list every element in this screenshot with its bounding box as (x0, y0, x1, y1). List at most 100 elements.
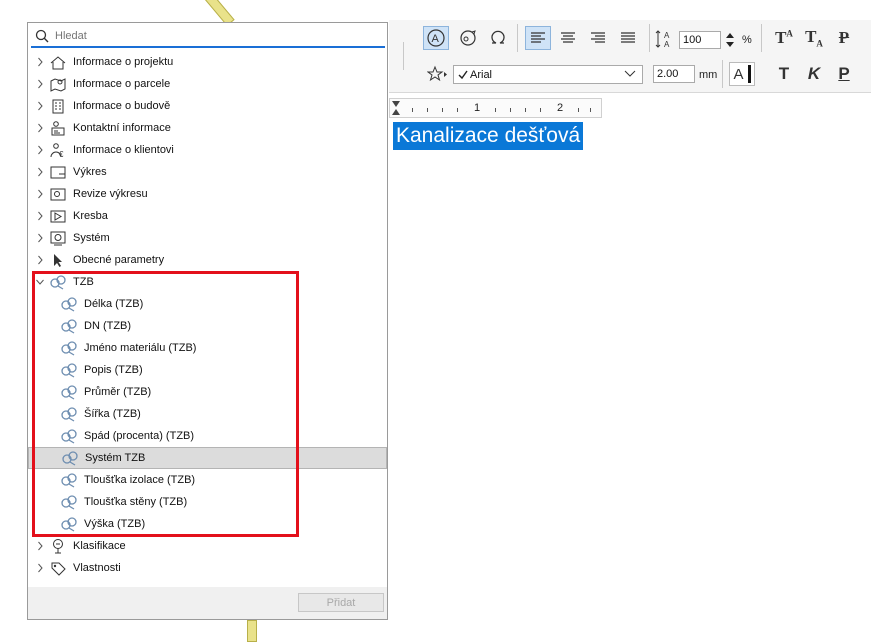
align-left-icon (531, 32, 545, 43)
chevron-right-icon[interactable] (36, 255, 44, 265)
tree-item-informace-o-parcele[interactable]: Informace o parcele (28, 73, 387, 95)
svg-text:€: € (59, 150, 64, 158)
tree-item-tzb[interactable]: TZB (28, 271, 387, 293)
tree-child-tloustka-izolace-tzb[interactable]: Tloušťka izolace (TZB) (28, 469, 387, 491)
text-arc-button[interactable] (485, 26, 511, 50)
building-icon (52, 99, 64, 114)
svg-text:A: A (664, 31, 670, 40)
tree-item-label: Šířka (TZB) (84, 408, 141, 420)
ruler-tick (412, 108, 413, 112)
favorite-star-icon[interactable] (427, 65, 449, 83)
chevron-right-icon[interactable] (36, 211, 44, 221)
chevron-right-icon[interactable] (36, 123, 44, 133)
tree-item-informace-o-klientovi[interactable]: € Informace o klientovi (28, 139, 387, 161)
text-ruler[interactable]: 1 2 (389, 98, 602, 118)
superscript-button[interactable]: TA (771, 26, 797, 50)
chevron-right-icon[interactable] (36, 189, 44, 199)
mep-icon (61, 517, 77, 532)
subscript-button[interactable]: TA (801, 26, 827, 50)
chevron-right-icon[interactable] (36, 79, 44, 89)
toolbar-divider (517, 24, 518, 52)
tree-item-label: Délka (TZB) (84, 298, 144, 310)
search-bar (31, 26, 385, 48)
chevron-right-icon[interactable] (36, 101, 44, 111)
tree-child-sirka-tzb[interactable]: Šířka (TZB) (28, 403, 387, 425)
chevron-right-icon[interactable] (36, 541, 44, 551)
tree-item-label: Tloušťka stěny (TZB) (84, 496, 188, 508)
tree-child-vyska-tzb[interactable]: Výška (TZB) (28, 513, 387, 535)
tree-child-popis-tzb[interactable]: Popis (TZB) (28, 359, 387, 381)
italic-icon: K (807, 64, 821, 83)
tree-child-system-tzb[interactable]: Systém TZB (28, 447, 387, 469)
line-spacing-input[interactable]: 100 (679, 31, 721, 49)
bold-button[interactable]: T (771, 62, 797, 86)
tree-item-informace-o-budove[interactable]: Informace o budově (28, 95, 387, 117)
stepper-arrows-icon[interactable] (724, 30, 736, 50)
tree-child-spad-procenta-tzb[interactable]: Spád (procenta) (TZB) (28, 425, 387, 447)
line-spacing-unit: % (742, 34, 752, 46)
line-spacing-icon: A A (655, 30, 670, 49)
font-size-input[interactable]: 2.00 (653, 65, 695, 83)
chevron-right-icon[interactable] (36, 563, 44, 573)
add-button[interactable]: Přidat (298, 593, 384, 612)
tree-item-label: Vlastnosti (73, 562, 121, 574)
text-rotate-button[interactable] (455, 26, 481, 50)
text-rotate-icon (460, 30, 476, 46)
align-left-button[interactable] (525, 26, 551, 50)
strikethrough-button[interactable]: P (831, 26, 857, 50)
text-anchor-button[interactable]: A (423, 26, 449, 50)
tree-item-label: Obecné parametry (73, 254, 165, 266)
ruler-tick (578, 108, 579, 112)
chevron-right-icon[interactable] (36, 233, 44, 243)
tree-item-system[interactable]: Systém (28, 227, 387, 249)
indent-marker-icon[interactable] (391, 100, 401, 116)
selected-canvas-text[interactable]: Kanalizace dešťová (393, 122, 584, 150)
tree-item-obecne-parametry[interactable]: Obecné parametry (28, 249, 387, 271)
tree-item-label: Popis (TZB) (84, 364, 143, 376)
svg-text:A: A (432, 33, 440, 45)
align-right-button[interactable] (585, 26, 611, 50)
tree-child-delka-tzb[interactable]: Délka (TZB) (28, 293, 387, 315)
search-input[interactable] (53, 29, 357, 43)
mep-icon (61, 495, 77, 510)
font-name: Arial (470, 68, 493, 81)
underline-button[interactable]: P (831, 62, 857, 86)
checkmark-icon (458, 70, 468, 79)
tree-item-vykres[interactable]: Výkres (28, 161, 387, 183)
tree-child-jmeno-materialu-tzb[interactable]: Jméno materiálu (TZB) (28, 337, 387, 359)
toolbar-divider (403, 42, 404, 70)
tree-child-tloustka-steny-tzb[interactable]: Tloušťka stěny (TZB) (28, 491, 387, 513)
tree-item-label: Systém (73, 232, 110, 244)
font-select[interactable]: Arial (453, 65, 643, 84)
tree-child-dn-tzb[interactable]: DN (TZB) (28, 315, 387, 337)
tree-item-label: Informace o klientovi (73, 144, 174, 156)
mep-icon (61, 319, 77, 334)
tree-item-label: Klasifikace (73, 540, 126, 552)
chevron-down-icon[interactable] (36, 277, 44, 287)
tree-item-klasifikace[interactable]: Klasifikace (28, 535, 387, 557)
align-justify-button[interactable] (615, 26, 641, 50)
tree-item-label: Jméno materiálu (TZB) (84, 342, 197, 354)
properties-tag-icon (51, 562, 66, 576)
chevron-right-icon[interactable] (36, 167, 44, 177)
tree-child-prumer-tzb[interactable]: Průměr (TZB) (28, 381, 387, 403)
tree-item-revize-vykresu[interactable]: Revize výkresu (28, 183, 387, 205)
drawing-sheet-icon (50, 166, 66, 179)
text-color-button[interactable]: A (729, 62, 755, 86)
ruler-mark: 1 (474, 102, 481, 114)
align-center-button[interactable] (555, 26, 581, 50)
tree-item-informace-o-projektu[interactable]: Informace o projektu (28, 51, 387, 73)
classification-tree-icon (53, 539, 63, 554)
ruler-tick (442, 108, 443, 112)
chevron-down-icon (624, 70, 636, 77)
tree-item-kresba[interactable]: Kresba (28, 205, 387, 227)
italic-button[interactable]: K (801, 62, 827, 86)
toolbar-divider (649, 24, 650, 52)
ruler-tick (427, 108, 428, 112)
property-tree: Informace o projektu Informace o parcele I… (28, 51, 387, 579)
tree-item-kontaktni-informace[interactable]: Kontaktní informace (28, 117, 387, 139)
house-icon (50, 56, 66, 70)
chevron-right-icon[interactable] (36, 145, 44, 155)
tree-item-vlastnosti[interactable]: Vlastnosti (28, 557, 387, 579)
chevron-right-icon[interactable] (36, 57, 44, 67)
